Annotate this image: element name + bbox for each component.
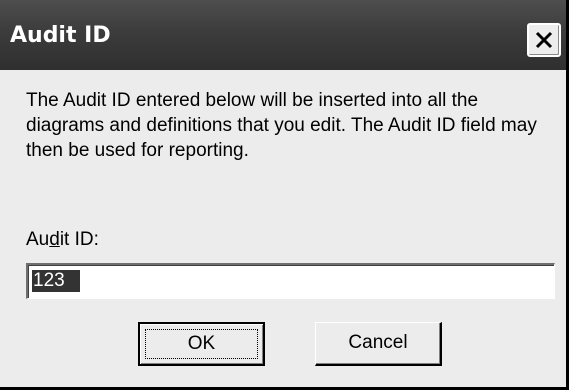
close-button[interactable] bbox=[527, 23, 561, 57]
audit-id-dialog: Audit ID The Audit ID entered below will… bbox=[0, 0, 569, 390]
title-bar[interactable]: Audit ID bbox=[0, 0, 566, 70]
audit-id-label-pre: Au bbox=[26, 229, 50, 250]
audit-id-input[interactable] bbox=[26, 263, 555, 299]
dialog-title: Audit ID bbox=[10, 23, 111, 48]
description-text: The Audit ID entered below will be inser… bbox=[26, 90, 537, 161]
close-icon bbox=[535, 31, 553, 49]
audit-id-label: Audit ID: bbox=[26, 228, 99, 252]
ok-button-label: OK bbox=[187, 333, 216, 354]
ok-button[interactable]: OK bbox=[138, 322, 265, 366]
audit-id-label-accelerator: d bbox=[49, 229, 60, 250]
cancel-button-label: Cancel bbox=[348, 332, 408, 353]
cancel-button[interactable]: Cancel bbox=[315, 322, 442, 366]
audit-id-label-post: it ID: bbox=[59, 229, 99, 250]
